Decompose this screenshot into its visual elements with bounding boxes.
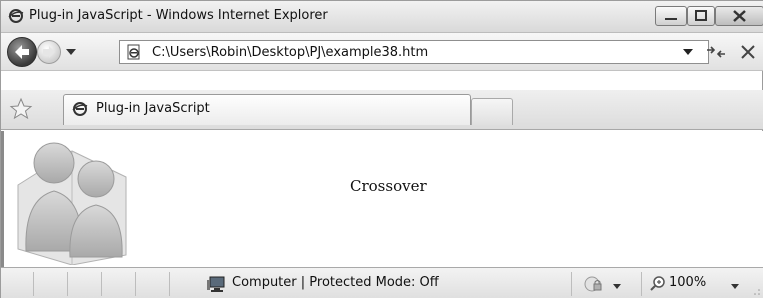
forward-button[interactable]	[37, 40, 61, 64]
minimize-icon	[665, 18, 677, 20]
tab-bar: Plug-in JavaScript	[1, 90, 763, 130]
lock-icon[interactable]	[583, 275, 603, 293]
status-zone[interactable]: Computer | Protected Mode: Off	[232, 275, 439, 290]
computer-icon	[207, 276, 225, 292]
maximize-button[interactable]	[687, 6, 715, 26]
status-bar: Computer | Protected Mode: Off 100%	[1, 267, 763, 298]
close-icon	[733, 10, 746, 22]
minimize-button[interactable]	[655, 6, 687, 26]
ie-logo-icon	[72, 102, 88, 116]
users-icon	[17, 142, 127, 265]
status-divider	[571, 272, 572, 296]
status-divider	[33, 272, 34, 296]
back-arrow-icon	[15, 45, 29, 59]
magnifier-icon[interactable]	[649, 275, 667, 293]
star-icon[interactable]	[9, 97, 33, 121]
status-divider	[101, 272, 102, 296]
recent-pages-dropdown[interactable]	[65, 45, 77, 59]
status-divider	[135, 272, 136, 296]
window-title: Plug-in JavaScript - Windows Internet Ex…	[29, 8, 328, 23]
address-dropdown[interactable]	[681, 43, 695, 61]
ie-logo-icon	[8, 9, 24, 23]
address-bar[interactable]: C:\Users\Robin\Desktop\PJ\example38.htm	[119, 40, 709, 64]
navigation-bar: C:\Users\Robin\Desktop\PJ\example38.htm	[1, 33, 763, 71]
tab-plug-in-javascript[interactable]: Plug-in JavaScript	[63, 94, 471, 125]
maximize-icon	[695, 10, 707, 21]
status-divider	[67, 272, 68, 296]
chevron-down-icon[interactable]	[729, 280, 741, 292]
forward-arrow-icon	[43, 46, 55, 58]
close-button[interactable]	[715, 6, 763, 26]
address-value: C:\Users\Robin\Desktop\PJ\example38.htm	[152, 45, 429, 60]
new-tab-button[interactable]	[471, 98, 513, 125]
page-icon	[127, 44, 140, 60]
resize-grip-icon[interactable]	[753, 288, 761, 296]
back-button[interactable]	[7, 37, 37, 67]
page-content: Crossover	[1, 131, 763, 267]
zoom-level[interactable]: 100%	[669, 275, 706, 290]
chevron-down-icon[interactable]	[611, 280, 623, 292]
status-divider	[169, 272, 170, 296]
browser-window: Plug-in JavaScript - Windows Internet Ex…	[0, 0, 763, 298]
status-divider	[641, 272, 642, 296]
refresh-icon[interactable]	[704, 41, 728, 63]
tab-label: Plug-in JavaScript	[96, 101, 210, 116]
stop-icon[interactable]	[737, 41, 759, 63]
title-bar: Plug-in JavaScript - Windows Internet Ex…	[1, 1, 763, 33]
page-text: Crossover	[350, 177, 427, 195]
